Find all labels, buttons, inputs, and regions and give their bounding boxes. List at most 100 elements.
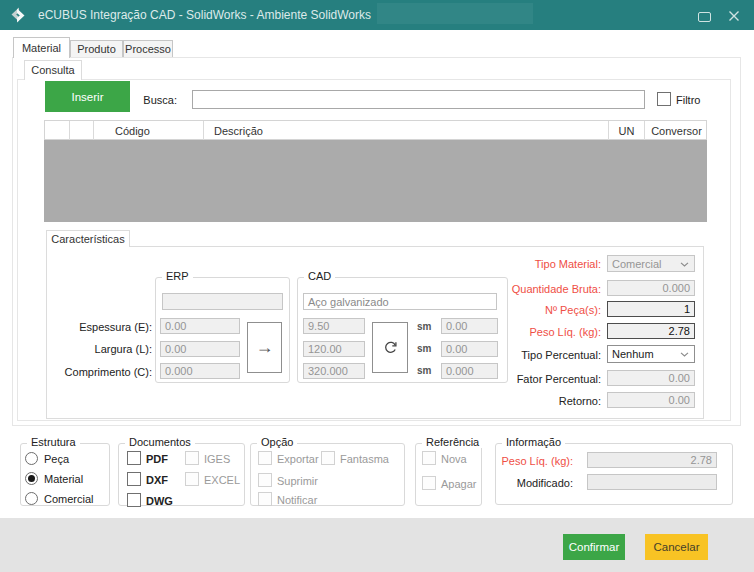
notificar-checkbox	[258, 492, 272, 506]
filtro-label: Filtro	[676, 94, 700, 106]
cad-comprimento-field: 320.000	[303, 363, 365, 379]
table-col-un[interactable]: UN	[609, 121, 645, 140]
table-col-codigo[interactable]: Código	[94, 121, 204, 140]
cad-espessura-field: 9.50	[303, 318, 365, 334]
filtro-checkbox[interactable]	[657, 92, 671, 106]
confirmar-button[interactable]: Confirmar	[563, 534, 625, 560]
sm-label-3: sm	[417, 365, 431, 376]
table-header: Código Descrição UN Conversor	[44, 120, 707, 140]
tipo-percentual-select[interactable]: Nenhum	[607, 345, 695, 363]
apagar-label: Apagar	[441, 478, 476, 490]
notificar-label: Notificar	[277, 494, 317, 506]
referencia-group-title: Referência	[422, 436, 483, 448]
tipo-percentual-value: Nenhum	[612, 348, 654, 360]
estrutura-group-title: Estrutura	[27, 436, 80, 448]
close-button[interactable]	[728, 10, 740, 22]
iges-label: IGES	[204, 453, 230, 465]
dxf-label: DXF	[146, 474, 168, 486]
num-pecas-label: Nº Peça(s):	[460, 304, 601, 316]
excel-label: EXCEL	[204, 474, 240, 486]
info-peso-liq-label: Peso Líq. (kg):	[480, 455, 573, 467]
material-radio[interactable]	[25, 472, 38, 485]
quantidade-bruta-field: 0.000	[607, 280, 695, 296]
suprimir-checkbox	[258, 473, 272, 487]
sm-label-2: sm	[417, 343, 431, 354]
table-col-descricao[interactable]: Descrição	[204, 121, 609, 140]
chevron-down-icon	[680, 262, 689, 267]
exportar-label: Exportar	[277, 453, 319, 465]
fantasma-label: Fantasma	[340, 453, 389, 465]
tipo-material-label: Tipo Material:	[460, 258, 601, 270]
largura-label: Largura (L):	[30, 343, 152, 355]
tipo-material-value: Comercial	[612, 258, 662, 270]
table-col-selector[interactable]	[45, 121, 70, 140]
excel-checkbox	[185, 472, 199, 486]
cad-group-title: CAD	[304, 270, 335, 282]
peso-liq-label: Peso Líq. (kg):	[460, 326, 601, 338]
comercial-label: Comercial	[44, 493, 94, 505]
info-peso-liq-field: 2.78	[587, 452, 717, 468]
cancelar-button[interactable]: Cancelar	[645, 534, 708, 560]
transfer-arrow-button[interactable]: →	[247, 322, 282, 373]
tipo-material-select[interactable]: Comercial	[607, 255, 695, 272]
erp-comprimento-field: 0.000	[160, 363, 240, 379]
titlebar-redaction-area	[377, 3, 533, 24]
tab-material[interactable]: Material	[13, 37, 70, 58]
dxf-checkbox[interactable]	[127, 472, 141, 486]
footer-bar	[0, 518, 754, 572]
window-title: eCUBUS Integração CAD - SolidWorks - Amb…	[38, 0, 371, 30]
documentos-group-title: Documentos	[125, 436, 195, 448]
chevron-down-icon	[680, 352, 689, 357]
table-col-conversor[interactable]: Conversor	[645, 121, 708, 140]
tab-caracteristicas[interactable]: Características	[46, 230, 130, 247]
title-bar: eCUBUS Integração CAD - SolidWorks - Amb…	[0, 0, 754, 30]
fator-percentual-field: 0.00	[607, 370, 695, 386]
espessura-label: Espessura (E):	[30, 321, 152, 333]
sm-label-1: sm	[417, 321, 431, 332]
erp-group-title: ERP	[162, 270, 193, 282]
peca-label: Peça	[44, 453, 69, 465]
pdf-label: PDF	[146, 453, 168, 465]
nova-checkbox	[422, 451, 436, 465]
table-body[interactable]	[44, 140, 707, 222]
suprimir-label: Suprimir	[277, 475, 318, 487]
tab-produto[interactable]: Produto	[70, 40, 123, 58]
inserir-button[interactable]: Inserir	[45, 81, 130, 112]
erp-espessura-field: 0.00	[160, 318, 240, 334]
tab-processo[interactable]: Processo	[123, 40, 173, 58]
modificado-label: Modificado:	[480, 477, 573, 489]
refresh-button[interactable]	[372, 322, 408, 373]
material-label: Material	[44, 473, 83, 485]
dwg-checkbox[interactable]	[127, 493, 141, 507]
nova-label: Nova	[441, 453, 467, 465]
num-pecas-field[interactable]: 1	[607, 301, 695, 317]
modificado-field	[587, 474, 717, 490]
maximize-button[interactable]	[698, 12, 711, 22]
app-logo-icon	[8, 5, 28, 25]
dwg-label: DWG	[146, 495, 173, 507]
comprimento-label: Comprimento (C):	[30, 366, 152, 378]
exportar-checkbox	[258, 451, 272, 465]
busca-input[interactable]	[192, 90, 645, 109]
refresh-icon	[383, 340, 398, 355]
cad-largura-field: 120.00	[303, 341, 365, 357]
peca-radio[interactable]	[25, 452, 38, 465]
iges-checkbox	[185, 451, 199, 465]
fantasma-checkbox	[321, 451, 335, 465]
tipo-percentual-label: Tipo Percentual:	[460, 349, 601, 361]
table-col-icon[interactable]	[70, 121, 94, 140]
fator-percentual-label: Fator Percentual:	[460, 373, 601, 385]
pdf-checkbox[interactable]	[127, 451, 141, 465]
erp-code-field	[162, 293, 283, 310]
comercial-radio[interactable]	[25, 492, 38, 505]
tab-consulta[interactable]: Consulta	[24, 60, 82, 80]
retorno-label: Retorno:	[460, 395, 601, 407]
peso-liq-field[interactable]: 2.78	[607, 323, 695, 339]
busca-label: Busca:	[125, 94, 177, 106]
retorno-field: 0.00	[607, 392, 695, 408]
quantidade-bruta-label: Quantidade Bruta:	[460, 283, 601, 295]
erp-largura-field: 0.00	[160, 341, 240, 357]
opcao-group-title: Opção	[257, 436, 297, 448]
informacao-group-title: Informação	[502, 436, 565, 448]
apagar-checkbox	[422, 476, 436, 490]
